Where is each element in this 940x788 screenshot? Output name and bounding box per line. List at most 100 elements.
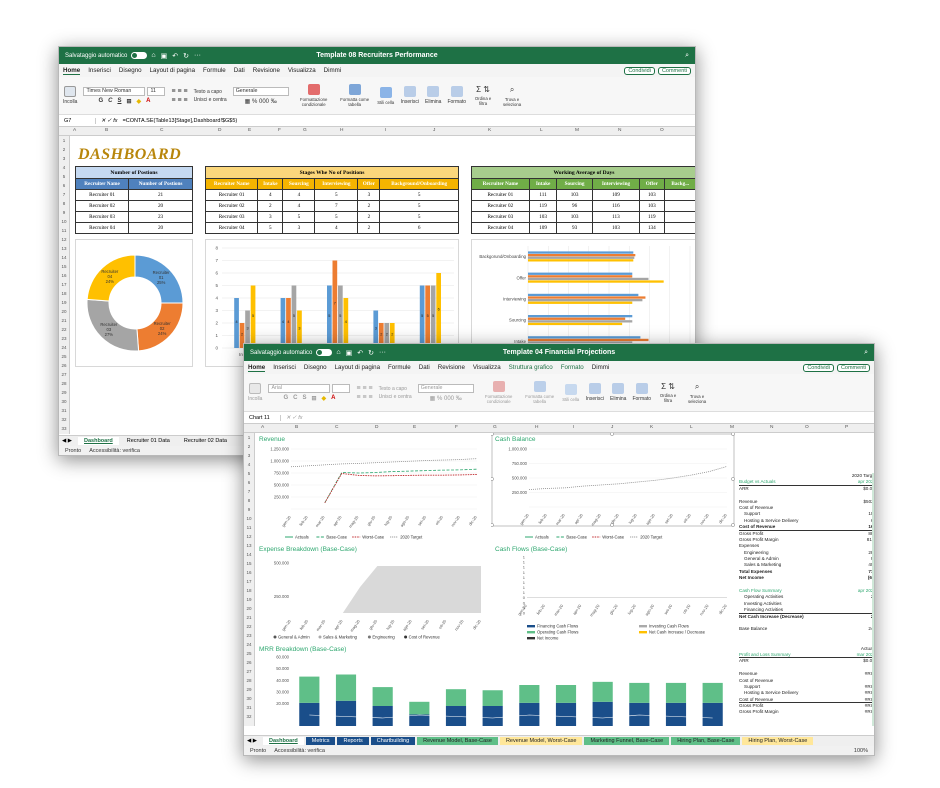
column-header[interactable]: I	[385, 128, 386, 133]
row-header[interactable]: 16	[244, 568, 254, 577]
bar[interactable]	[528, 256, 635, 259]
stacked-bar[interactable]	[482, 706, 503, 726]
table-cell[interactable]: 109	[528, 222, 558, 234]
border-icon[interactable]: ⊞	[126, 98, 131, 105]
resize-handle[interactable]	[731, 477, 735, 481]
menu-item[interactable]: Disegno	[304, 364, 327, 371]
align-icon[interactable]: ≡ ≡ ≡	[356, 385, 372, 392]
merge-button[interactable]: Unisci e centra	[194, 97, 227, 103]
find-button[interactable]: ⌕ Trova e seleziona	[685, 382, 709, 404]
sheet-tab[interactable]: Dashboard	[263, 737, 304, 745]
menu-item[interactable]: Formato	[561, 364, 584, 371]
row-header[interactable]: 1	[244, 433, 254, 442]
find-button[interactable]: ⌕ Trova e seleziona	[500, 85, 524, 107]
column-header[interactable]: J	[433, 128, 435, 133]
column-header[interactable]: H	[340, 128, 343, 133]
accessibility-status[interactable]: Accessibilità: verifica	[89, 448, 140, 454]
sheet-tab[interactable]: Reports	[337, 737, 369, 745]
sheet-tab[interactable]: Chartbuilding	[370, 737, 416, 745]
stacked-bar[interactable]	[629, 702, 650, 726]
bar[interactable]	[528, 299, 643, 302]
area-series[interactable]	[291, 566, 481, 613]
table-cell[interactable]: Recruiter 02	[471, 200, 530, 212]
column-header[interactable]: K	[488, 128, 491, 133]
column-header[interactable]: F	[455, 425, 458, 430]
row-header[interactable]: 23	[59, 334, 69, 343]
table-cell[interactable]: 93	[556, 222, 593, 234]
table-cell[interactable]: 119	[639, 211, 665, 223]
format-button[interactable]: Formato	[632, 383, 651, 402]
sort-button[interactable]: Σ ⇅ Ordina e filtra	[657, 382, 679, 403]
align2-icon[interactable]: ≡ ≡ ≡	[171, 97, 187, 104]
table-cell[interactable]: Recruiter 01	[471, 189, 530, 201]
sort-button[interactable]: Σ ⇅ Ordina e filtra	[472, 85, 494, 106]
name-box[interactable]: G7	[62, 117, 96, 124]
menu-item[interactable]: Layout di pagina	[335, 364, 380, 371]
row-header[interactable]: 32	[244, 712, 254, 721]
table-cell[interactable]: 5	[379, 189, 459, 201]
row-header[interactable]: 4	[59, 163, 69, 172]
bar[interactable]	[528, 320, 633, 323]
mrr-chart[interactable]: MRR Breakdown (Base-Case) 60.000 50.000 40.…	[255, 643, 735, 726]
table-cell[interactable]	[663, 200, 695, 212]
resize-handle[interactable]	[731, 433, 735, 436]
autosave-toggle[interactable]	[131, 52, 148, 59]
menu-item[interactable]: Struttura grafico	[509, 364, 553, 371]
sheet-tab[interactable]: Dashboard	[78, 437, 119, 445]
table-cell[interactable]: 21	[128, 189, 193, 201]
row-header[interactable]: 8	[59, 199, 69, 208]
table-cell[interactable]: 5	[282, 211, 316, 223]
stacked-bar[interactable]	[372, 687, 393, 706]
row-header[interactable]: 20	[59, 307, 69, 316]
cash-balance-chart[interactable]: Cash Balance 1.000.000 750.000 500.000 250.0…	[491, 433, 735, 541]
column-header[interactable]: M	[575, 128, 579, 133]
revenue-chart[interactable]: Revenue 1.250.000 1.000.000 750.000 500.000 2…	[255, 433, 487, 541]
row-header[interactable]: 28	[244, 676, 254, 685]
sheet-tab[interactable]: Revenue Model, Worst-Case	[499, 737, 583, 745]
bar[interactable]	[528, 272, 633, 275]
delete-button[interactable]: Elimina	[425, 86, 441, 105]
font-color-icon[interactable]: A	[146, 98, 150, 105]
table-cell[interactable]: 4	[282, 200, 316, 212]
number-format-select[interactable]: Generale	[417, 383, 474, 393]
table-cell[interactable]: 103	[528, 211, 558, 223]
share-button[interactable]: Condividi	[624, 66, 655, 75]
row-header[interactable]: 24	[244, 640, 254, 649]
sheet-tab[interactable]: Revenue Model, Base-Case	[417, 737, 498, 745]
column-header[interactable]: J	[611, 425, 613, 430]
menu-item[interactable]: Home	[248, 364, 266, 372]
table-cell[interactable]: 2	[257, 200, 284, 212]
table-cell[interactable]: Recruiter 04	[74, 222, 130, 234]
align2-icon[interactable]: ≡ ≡ ≡	[356, 394, 372, 401]
save-icon[interactable]: ▣	[346, 349, 353, 357]
row-header[interactable]: 26	[59, 361, 69, 370]
row-header[interactable]: 13	[59, 244, 69, 253]
row-header[interactable]: 27	[59, 370, 69, 379]
delete-button[interactable]: Elimina	[610, 383, 626, 402]
stacked-bar[interactable]	[519, 702, 540, 726]
table-cell[interactable]: 96	[556, 200, 593, 212]
stacked-bar[interactable]	[409, 701, 430, 715]
column-header[interactable]: H	[535, 425, 538, 430]
stacked-bar[interactable]	[335, 674, 357, 701]
row-header[interactable]: 33	[59, 424, 69, 433]
row-header[interactable]: 5	[59, 172, 69, 181]
sheet-tab[interactable]: Hiring Plan, Worst-Case	[742, 737, 814, 745]
table-cell[interactable]: 7	[314, 200, 359, 212]
row-header[interactable]: 29	[59, 388, 69, 397]
underline-icon[interactable]: S	[117, 98, 121, 105]
series-line[interactable]	[290, 458, 478, 468]
fill-color-icon[interactable]: ◆	[137, 98, 142, 105]
table-cell[interactable]: 103	[591, 222, 641, 234]
row-header[interactable]: 18	[244, 586, 254, 595]
menu-item[interactable]: Home	[63, 67, 81, 75]
paste-button[interactable]: Incolla	[63, 86, 77, 105]
row-header[interactable]: 17	[59, 280, 69, 289]
table-cell[interactable]: 2	[357, 211, 381, 223]
table-cell[interactable]: 4	[257, 189, 284, 201]
stacked-bar[interactable]	[445, 689, 467, 706]
fill-color-icon[interactable]: ◆	[322, 395, 327, 402]
format-table-button[interactable]: Formatta come tabella	[524, 381, 556, 404]
column-header[interactable]: D	[375, 425, 378, 430]
row-header[interactable]: 1	[59, 136, 69, 145]
